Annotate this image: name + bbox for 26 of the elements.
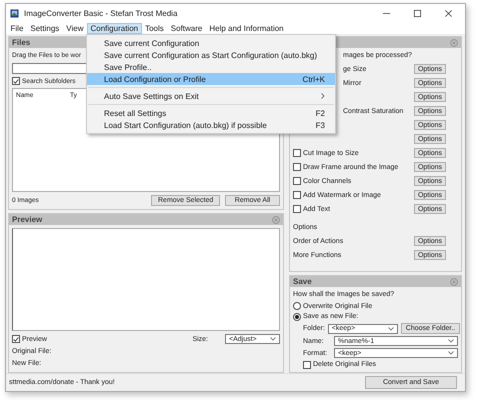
menu-item[interactable]: Settings bbox=[26, 22, 63, 34]
menu-entry[interactable]: Save current Configuration bbox=[87, 37, 335, 49]
menu-entry[interactable]: Save current Configuration as Start Configuration (auto.bkg) bbox=[87, 49, 335, 61]
menu-item[interactable]: View bbox=[62, 22, 87, 34]
menu-item[interactable]: Configuration bbox=[87, 22, 142, 34]
menu-entry-label: Reset all Settings bbox=[104, 108, 166, 118]
menu-entry-label: Save current Configuration as Start Configuration (auto.bkg) bbox=[104, 50, 318, 60]
menu-entry-label: Save Profile.. bbox=[104, 62, 152, 72]
menu-entry[interactable]: Load Configuration or Profile Ctrl+K bbox=[87, 73, 335, 85]
panel-title: Files bbox=[12, 38, 30, 47]
menu-item[interactable]: Tools bbox=[142, 22, 168, 34]
menu-entry[interactable]: Auto Save Settings on Exit bbox=[87, 90, 335, 102]
menu-item[interactable]: Help and Information bbox=[206, 22, 288, 34]
menu-entry-label: Auto Save Settings on Exit bbox=[104, 92, 199, 100]
shortcut-text: Ctrl+K bbox=[302, 74, 325, 84]
menu-entry-label: Load Start Configuration (auto.bkg) if possible bbox=[104, 120, 267, 130]
menu-item[interactable]: File bbox=[7, 22, 27, 34]
window-title: ImageConverter Basic - Stefan Trost Media bbox=[24, 8, 178, 18]
menu-entry[interactable]: Save Profile.. bbox=[87, 61, 335, 73]
panel-title: Save bbox=[293, 277, 312, 286]
panel-title: Preview bbox=[12, 215, 42, 224]
shortcut-text: F2 bbox=[316, 108, 325, 118]
menu-entry-label: Load Configuration or Profile bbox=[104, 74, 206, 84]
shortcut-text: F3 bbox=[316, 120, 325, 130]
menu-entry-label: Save current Configuration bbox=[104, 38, 200, 48]
menu-item[interactable]: Software bbox=[167, 22, 206, 34]
